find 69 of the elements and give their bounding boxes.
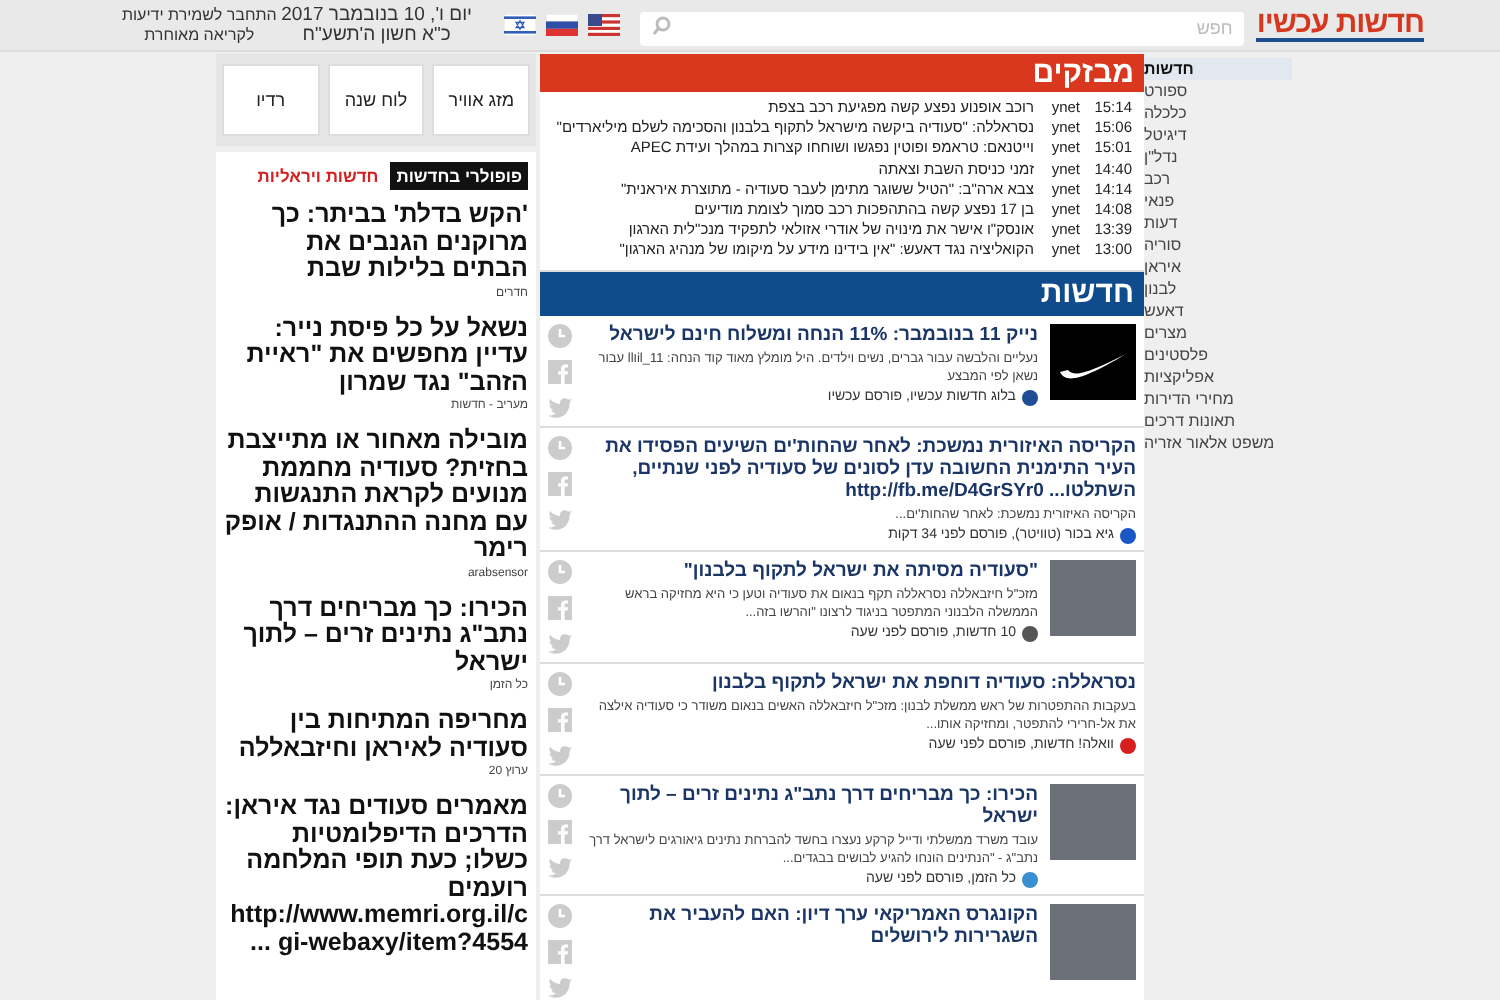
sidebar-item[interactable]: דעות: [1144, 212, 1292, 234]
twitter-icon: [548, 507, 572, 532]
sidebar-item[interactable]: משפט אלאור אזריה: [1144, 432, 1292, 454]
russian-flag-icon: [546, 14, 579, 36]
sidebar-item[interactable]: דאעש: [1144, 300, 1292, 322]
quick-link-button[interactable]: מזג אוויר: [432, 64, 530, 136]
sidebar-item[interactable]: איראן: [1144, 256, 1292, 278]
sidebar-item[interactable]: לבנון: [1144, 278, 1292, 300]
headline-link[interactable]: נייק 11 בנובמבר: 11% הנחה ומשלוח חינם לישראל: [584, 323, 1038, 346]
quick-link-button[interactable]: לוח שנה: [327, 64, 425, 136]
headline-link[interactable]: הכירו: כך מבריחים דרך נתב"ג נתינים זרים – לתוך ישראל: [584, 783, 1038, 828]
sidebar-item[interactable]: אפליקציות: [1144, 366, 1292, 388]
photo-placeholder: [1050, 783, 1136, 860]
breaking-news-header: מבזקים: [540, 54, 1144, 92]
login-link[interactable]: התחבר לשמירת ידיעות: [121, 5, 277, 25]
twitter-icon: [548, 631, 572, 656]
sidebar-item[interactable]: נדל"ן: [1144, 146, 1292, 168]
headline-link[interactable]: הקונגרס האמריקאי ערך דיון: האם להעביר את השגרירות לירושלים: [584, 903, 1038, 948]
sidebar-item[interactable]: פלסטינים: [1144, 344, 1292, 366]
tab[interactable]: פופולרי בחדשות: [390, 162, 528, 190]
twitter-icon: [548, 395, 572, 420]
headline-link[interactable]: נשאל על כל פיסת נייר: עדיין מחפשים את "ראיית הזהב" נגד שמרון: [224, 315, 528, 396]
sidebar-item[interactable]: סוריה: [1144, 234, 1292, 256]
headline-link[interactable]: מובילה מאחור או מתייצבת בחזית? סעודיה מחממת מנועים לקראת התנגשות עם מחנה ההתנגדות / אופק רימר: [224, 428, 528, 563]
facebook-icon: [548, 471, 572, 496]
twitter-icon: [548, 975, 572, 1000]
sidebar-item[interactable]: ספורט: [1144, 80, 1292, 102]
facebook-icon: [548, 595, 572, 620]
quick-link-button[interactable]: רדיו: [221, 64, 320, 136]
news-header: חדשות: [540, 271, 1144, 316]
facebook-icon: [548, 819, 572, 844]
headline-link[interactable]: מחריפה המתיחות בין סעודיה לאיראן וחיזבאללה: [224, 708, 528, 762]
date-text: יום ו', 10 בנובמבר 2017: [279, 5, 475, 25]
photo-placeholder: [1050, 903, 1136, 980]
photo-placeholder: [1050, 559, 1136, 636]
clock-icon: [548, 903, 572, 928]
swoosh-logo-drawing: [1050, 323, 1136, 400]
headline-link[interactable]: נסראללה: סעודיה דוחפת את ישראל לתקוף בלבנון: [584, 671, 1136, 694]
headline-link[interactable]: הכירו: כך מבריחים דרך נתב"ג נתינים זרים – לתוך ישראל: [224, 595, 528, 676]
clock-icon: [548, 559, 572, 584]
sidebar-item[interactable]: מחירי הדירות: [1144, 388, 1292, 410]
clock-icon: [548, 671, 572, 696]
headline-link[interactable]: הקריסה האיזורית נמשכת: לאחר שהחות'ים השיעים הפסידו את העיר התימנית החשובה עדן לסונים של סעודיה לפני שנתיים, השתלטו... http://fb.me/D4GrSYr0: [584, 435, 1136, 502]
headline-link[interactable]: 'הקש בדלת' בביתר: כך מרוקנים הגנבים את הבתים בלילות שבת: [224, 202, 528, 283]
sidebar-item[interactable]: תאונות דרכים: [1144, 410, 1292, 432]
us-flag-icon: [588, 14, 621, 36]
israeli-flag-icon: [504, 14, 537, 36]
search-icon: [652, 16, 673, 36]
sidebar-item[interactable]: מצרים: [1144, 322, 1292, 344]
tab[interactable]: חדשות ויראליות: [251, 162, 385, 190]
search-field[interactable]: חפש: [640, 11, 1245, 45]
headline-link[interactable]: "סעודיה מסיתה את ישראל לתקוף בלבנון": [584, 559, 1038, 582]
hebrew-date-text: כ"א חשון ה'תשע"ח: [300, 25, 453, 45]
facebook-icon: [548, 939, 572, 964]
sidebar-item[interactable]: חדשות: [1144, 58, 1292, 80]
sidebar-item[interactable]: רכב: [1144, 168, 1292, 190]
clock-icon: [548, 783, 572, 808]
sidebar-item[interactable]: דיגיטל: [1144, 124, 1292, 146]
twitter-icon: [548, 743, 572, 768]
facebook-icon: [548, 359, 572, 384]
twitter-icon: [548, 855, 572, 880]
headline-link[interactable]: מאמרים סעודים נגד איראן: הדרכים הדיפלומטיות כשלו; כעת תופי המלחמה רועמים http://www.memri.org.il/cgi-webaxy/item?4554 ...: [224, 794, 528, 956]
facebook-icon: [548, 707, 572, 732]
clock-icon: [548, 435, 572, 460]
sidebar-item[interactable]: פנאי: [1144, 190, 1292, 212]
clock-icon: [548, 323, 572, 348]
login-link[interactable]: לקריאה מאוחרת: [121, 25, 277, 45]
site-logo[interactable]: חדשות עכשיו: [1256, 9, 1424, 41]
sidebar-item[interactable]: כלכלה: [1144, 102, 1292, 124]
